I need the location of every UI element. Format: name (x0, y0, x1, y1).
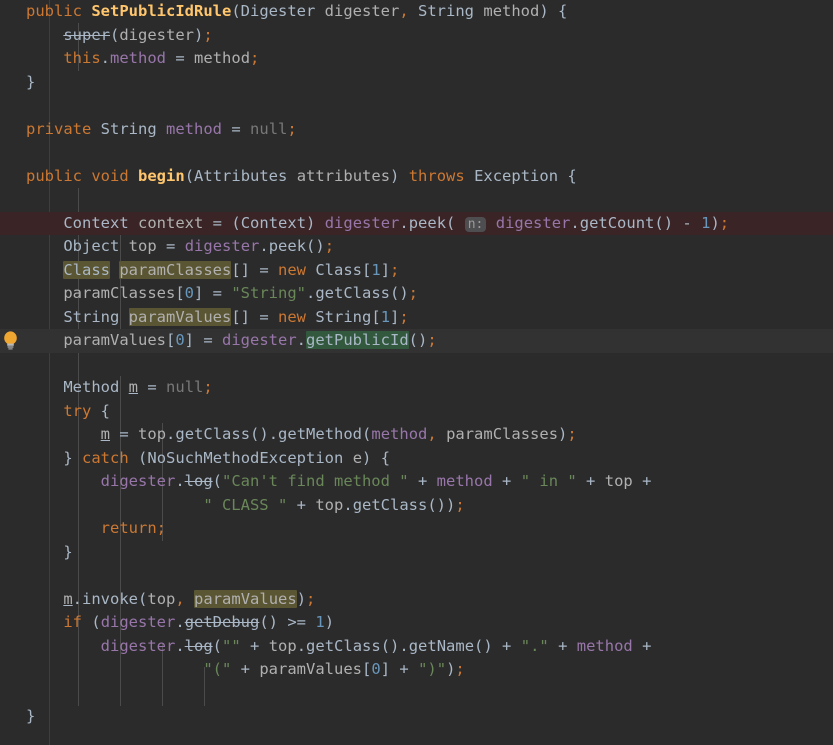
usage-highlight: paramClasses (119, 260, 232, 279)
code-line[interactable]: paramClasses[0] = "String".getClass(); (0, 282, 833, 306)
code-line[interactable]: m = top.getClass().getMethod(method, par… (0, 423, 833, 447)
code-line[interactable] (0, 682, 833, 706)
usage-highlight: Class (63, 260, 110, 279)
code-line[interactable]: " CLASS " + top.getClass()); (0, 494, 833, 518)
code-line[interactable]: } catch (NoSuchMethodException e) { (0, 447, 833, 471)
code-line-caret[interactable]: Context context = (Context) digester.pee… (0, 211, 833, 235)
code-line[interactable]: digester.log("" + top.getClass().getName… (0, 635, 833, 659)
code-line[interactable]: if (digester.getDebug() >= 1) (0, 611, 833, 635)
code-line[interactable]: m.invoke(top, paramValues); (0, 588, 833, 612)
code-line[interactable]: public void begin(Attributes attributes)… (0, 165, 833, 189)
code-line[interactable]: return; (0, 517, 833, 541)
code-line[interactable] (0, 564, 833, 588)
code-line[interactable]: String paramValues[] = new String[1]; (0, 306, 833, 330)
code-line[interactable]: public SetPublicIdRule(Digester digester… (0, 0, 833, 24)
code-line[interactable]: paramValues[0] = digester.getPublicId(); (0, 329, 833, 353)
lightbulb-icon[interactable] (2, 330, 19, 350)
code-line[interactable]: Class paramClasses[] = new Class[1]; (0, 259, 833, 283)
code-line[interactable]: Method m = null; (0, 376, 833, 400)
code-editor[interactable]: public SetPublicIdRule(Digester digester… (0, 0, 833, 745)
usage-highlight: paramValues (128, 307, 232, 326)
code-line[interactable]: this.method = method; (0, 47, 833, 71)
code-line[interactable] (0, 94, 833, 118)
code-line[interactable] (0, 141, 833, 165)
code-line[interactable]: private String method = null; (0, 118, 833, 142)
code-line[interactable]: Object top = digester.peek(); (0, 235, 833, 259)
usage-highlight: getPublicId (306, 331, 409, 349)
code-line[interactable]: super(digester); (0, 24, 833, 48)
code-line[interactable] (0, 188, 833, 212)
code-line[interactable]: } (0, 71, 833, 95)
code-line[interactable] (0, 353, 833, 377)
code-line[interactable]: digester.log("Can't find method " + meth… (0, 470, 833, 494)
code-line[interactable]: "(" + paramValues[0] + ")"); (0, 658, 833, 682)
code-content[interactable]: public SetPublicIdRule(Digester digester… (0, 0, 833, 745)
usage-highlight: paramValues (194, 589, 297, 608)
code-line[interactable]: } (0, 541, 833, 565)
code-line[interactable]: } (0, 705, 833, 729)
inline-parameter-hint: n: (464, 216, 487, 232)
code-line[interactable]: try { (0, 400, 833, 424)
